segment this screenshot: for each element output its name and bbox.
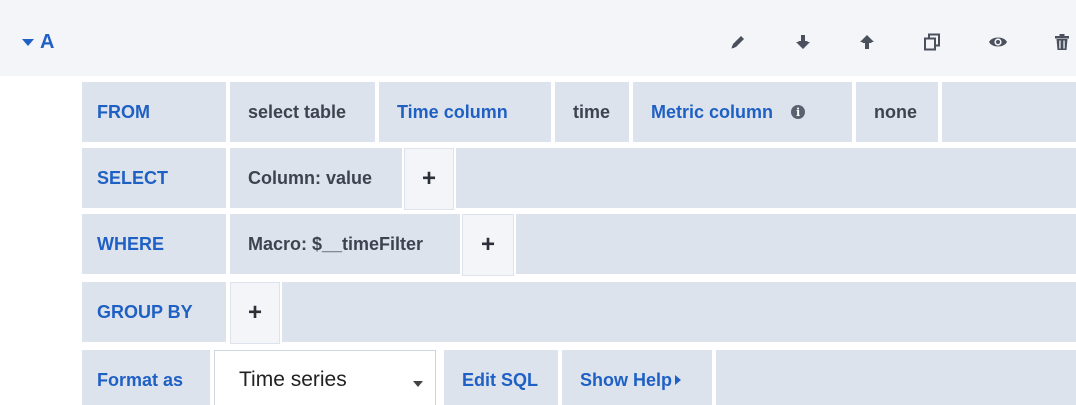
add-group-by-button[interactable]: + <box>230 282 280 344</box>
move-up-button[interactable] <box>853 29 881 55</box>
where-row-filler <box>516 214 1076 274</box>
edit-sql-button[interactable]: Edit SQL <box>444 350 558 405</box>
from-row-filler <box>942 82 1076 142</box>
query-editor: A FROM select table Time column time Met… <box>0 0 1076 405</box>
query-actions <box>0 29 1076 55</box>
pencil-icon <box>728 32 748 52</box>
metric-column-text: Metric column <box>651 101 774 122</box>
select-keyword: SELECT <box>82 148 226 208</box>
caret-right-icon <box>675 375 682 385</box>
toggle-visibility-button[interactable] <box>984 29 1012 55</box>
arrow-down-icon <box>793 32 813 52</box>
select-row-filler <box>456 148 1076 208</box>
from-row: FROM select table Time column time Metri… <box>82 82 1076 142</box>
add-where-button[interactable]: + <box>462 214 514 276</box>
time-column-select[interactable]: time <box>555 82 629 142</box>
query-header: A <box>0 0 1076 76</box>
time-column-label: Time column <box>379 82 551 142</box>
table-select[interactable]: select table <box>230 82 375 142</box>
arrow-up-icon <box>857 32 877 52</box>
remove-query-button[interactable] <box>1048 29 1076 55</box>
duplicate-button[interactable] <box>918 29 946 55</box>
duplicate-icon <box>922 32 942 52</box>
select-row: SELECT Column: value + <box>82 148 1076 210</box>
plus-icon: + <box>421 165 436 192</box>
format-row: Format as Time series Edit SQL Show Help <box>82 350 1076 405</box>
where-keyword: WHERE <box>82 214 226 274</box>
where-macro[interactable]: Macro: $__timeFilter <box>230 214 460 274</box>
add-select-button[interactable]: + <box>404 148 454 210</box>
show-help-text: Show Help <box>580 369 673 390</box>
eye-icon <box>988 32 1008 52</box>
info-icon[interactable]: i <box>791 105 806 119</box>
metric-column-select[interactable]: none <box>856 82 938 142</box>
from-keyword: FROM <box>82 82 226 142</box>
where-row: WHERE Macro: $__timeFilter + <box>82 214 1076 276</box>
metric-column-label: Metric column i <box>633 82 852 142</box>
group-by-row-filler <box>282 282 1076 342</box>
select-column-value[interactable]: Column: value <box>230 148 402 208</box>
group-by-keyword: GROUP BY <box>82 282 226 342</box>
edit-button[interactable] <box>724 29 752 55</box>
format-select-value: Time series <box>239 368 347 391</box>
group-by-row: GROUP BY + <box>82 282 1076 344</box>
move-down-button[interactable] <box>789 29 817 55</box>
trash-icon <box>1052 32 1072 52</box>
plus-icon: + <box>480 231 495 258</box>
plus-icon: + <box>247 299 262 326</box>
format-as-label: Format as <box>82 350 210 405</box>
chevron-down-icon <box>413 381 423 387</box>
show-help-button[interactable]: Show Help <box>562 350 712 405</box>
format-select[interactable]: Time series <box>214 350 436 405</box>
format-row-filler <box>716 350 1076 405</box>
